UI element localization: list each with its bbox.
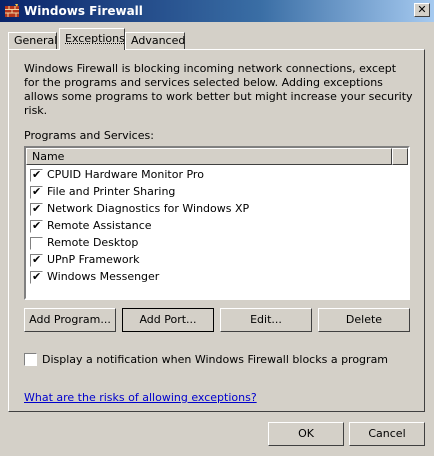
add-program-label: Add Program... <box>29 313 111 326</box>
add-port-label: Add Port... <box>139 313 197 326</box>
checkmark-icon: ✔ <box>32 168 42 181</box>
window-title: Windows Firewall <box>24 4 143 18</box>
ok-label: OK <box>298 427 314 440</box>
list-header: Name <box>26 148 408 165</box>
checkmark-icon: ✔ <box>32 270 42 283</box>
column-header-filler <box>392 148 408 165</box>
item-label: File and Printer Sharing <box>47 185 176 198</box>
edit-label: Edit... <box>250 313 282 326</box>
edit-button[interactable]: Edit... <box>220 308 312 332</box>
item-checkbox[interactable]: ✔ <box>30 185 43 199</box>
firewall-icon <box>5 4 19 17</box>
column-header-name[interactable]: Name <box>26 148 392 165</box>
firewall-window: Windows Firewall ✕ General Exceptions Ad… <box>0 0 434 456</box>
item-label: Remote Assistance <box>47 219 152 232</box>
delete-label: Delete <box>345 313 383 326</box>
item-label: Windows Messenger <box>47 270 160 283</box>
add-port-button[interactable]: Add Port... <box>122 308 214 332</box>
checkmark-icon: ✔ <box>32 185 42 198</box>
tab-exceptions[interactable]: Exceptions <box>59 28 125 50</box>
exceptions-list[interactable]: Name ✔ CPUID Hardware Monitor Pro ✔ File… <box>24 146 410 300</box>
tab-advanced-label: Advanced <box>131 34 186 47</box>
checkmark-icon: ✔ <box>32 202 42 215</box>
add-program-button[interactable]: Add Program... <box>24 308 116 332</box>
column-header-name-label: Name <box>32 150 65 163</box>
item-checkbox[interactable]: ✔ <box>30 202 43 216</box>
item-checkbox[interactable]: ✔ <box>30 270 43 284</box>
checkmark-icon: ✔ <box>32 219 42 232</box>
cancel-label: Cancel <box>368 427 406 440</box>
item-label: CPUID Hardware Monitor Pro <box>47 168 204 181</box>
cancel-button[interactable]: Cancel <box>349 422 425 446</box>
programs-services-label: Programs and Services: <box>24 129 154 142</box>
risks-help-link[interactable]: What are the risks of allowing exception… <box>24 391 257 404</box>
item-label: Network Diagnostics for Windows XP <box>47 202 250 215</box>
tab-general-label: General <box>14 34 58 47</box>
close-icon: ✕ <box>417 3 427 16</box>
notify-checkbox[interactable] <box>24 353 37 366</box>
exceptions-description: Windows Firewall is blocking incoming ne… <box>24 62 413 117</box>
item-label: Remote Desktop <box>47 236 139 249</box>
item-checkbox[interactable] <box>30 237 43 250</box>
ok-button[interactable]: OK <box>268 422 344 446</box>
notify-label: Display a notification when Windows Fire… <box>42 353 389 366</box>
item-checkbox[interactable]: ✔ <box>30 219 43 233</box>
delete-button[interactable]: Delete <box>318 308 410 332</box>
item-checkbox[interactable]: ✔ <box>30 253 43 267</box>
tab-advanced[interactable]: Advanced <box>125 32 185 49</box>
checkmark-icon: ✔ <box>32 253 42 266</box>
item-label: UPnP Framework <box>47 253 140 266</box>
close-button[interactable]: ✕ <box>414 3 430 17</box>
title-bar[interactable]: Windows Firewall ✕ <box>0 0 434 22</box>
item-checkbox[interactable]: ✔ <box>30 168 43 182</box>
tab-general[interactable]: General <box>8 32 57 49</box>
tab-exceptions-label: Exceptions <box>65 32 125 45</box>
